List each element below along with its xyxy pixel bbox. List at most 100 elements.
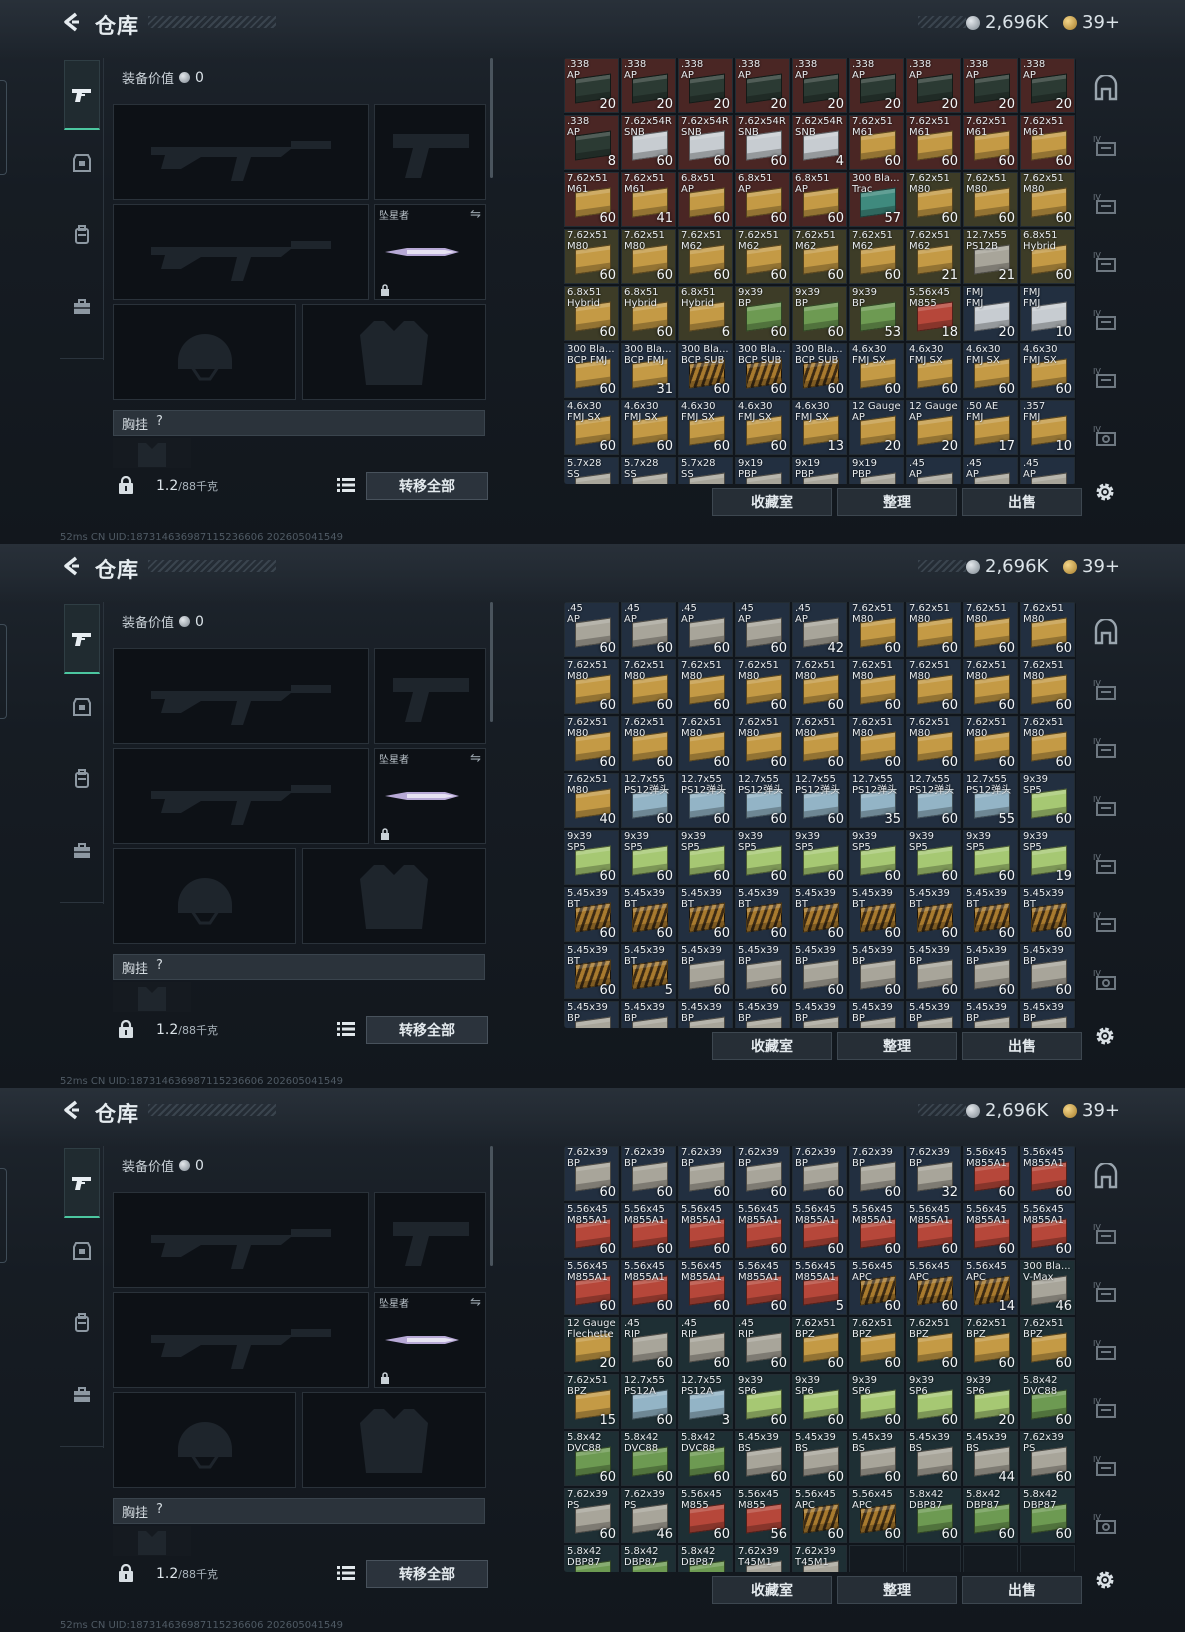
stash-item-cell[interactable]: 5.45x39 BP: [849, 1001, 904, 1028]
silver-currency[interactable]: 2,696K: [966, 556, 1048, 577]
stash-item-cell[interactable]: 12 Gauge AP 20: [906, 400, 961, 455]
stash-item-cell[interactable]: 7.62x51 M61 60: [564, 172, 619, 227]
stash-item-cell[interactable]: 5.56x45 M855A1 60: [963, 1203, 1018, 1258]
stash-item-cell[interactable]: 7.62x39 PS 60: [564, 1488, 619, 1543]
stash-item-cell[interactable]: 5.56x45 M855A1 60: [792, 1203, 847, 1258]
stash-item-cell[interactable]: 7.62x51 BPZ 60: [906, 1317, 961, 1372]
stash-item-cell[interactable]: 12.7x55 PS12弹头 60: [621, 773, 676, 828]
stash-item-cell[interactable]: 5.45x39 BP 60: [735, 944, 790, 999]
stash-item-cell[interactable]: 5.45x39 BT 60: [678, 887, 733, 942]
stash-item-cell[interactable]: 7.62x51 BPZ 60: [792, 1317, 847, 1372]
stash-item-cell[interactable]: 7.62x54R SNB 4: [792, 115, 847, 170]
nav-weapons-tab[interactable]: [64, 604, 100, 674]
stash-item-cell[interactable]: 5.45x39 BS 60: [792, 1431, 847, 1486]
stash-item-cell[interactable]: 5.45x39 BS 60: [735, 1431, 790, 1486]
stash-item-cell[interactable]: .45 AP: [963, 457, 1018, 484]
stash-item-cell[interactable]: 5.56x45 APC 60: [849, 1488, 904, 1543]
gear-icon[interactable]: [1093, 1568, 1117, 1592]
side-drawer-tab[interactable]: [0, 80, 7, 175]
chest-rig-slot[interactable]: [113, 1526, 191, 1556]
helmet-slot[interactable]: [113, 304, 296, 400]
stash-item-cell[interactable]: 5.45x39 BS 44: [963, 1431, 1018, 1486]
chest-rig-slot[interactable]: [113, 982, 191, 1012]
stash-item-cell[interactable]: 5.56x45 M855A1 60: [678, 1260, 733, 1315]
stash-item-cell[interactable]: .338 AP 20: [1020, 58, 1075, 113]
stash-item-cell[interactable]: 7.62x51 M80 60: [963, 716, 1018, 771]
stash-item-cell[interactable]: 5.56x45 M855 18: [906, 286, 961, 341]
stash-item-cell[interactable]: 5.45x39 BP: [735, 1001, 790, 1028]
stash-page-5-icon[interactable]: IV: [1092, 1452, 1120, 1480]
stash-home-icon[interactable]: [1092, 618, 1120, 646]
transfer-all-button[interactable]: 转移全部: [366, 1016, 488, 1044]
stash-item-cell[interactable]: 5.56x45 M855A1 60: [678, 1203, 733, 1258]
stash-item-cell[interactable]: 5.8x42 DVC88 60: [564, 1431, 619, 1486]
stash-item-cell[interactable]: 5.45x39 BT 60: [963, 887, 1018, 942]
body-armor-slot[interactable]: [302, 848, 486, 944]
stash-item-cell[interactable]: 5.45x39 BT 60: [564, 887, 619, 942]
stash-item-cell[interactable]: 7.62x51 M80 60: [906, 172, 961, 227]
list-icon[interactable]: [334, 1561, 358, 1585]
stash-item-cell[interactable]: 5.56x45 APC 60: [849, 1260, 904, 1315]
stash-item-cell[interactable]: 5.56x45 M855 56: [735, 1488, 790, 1543]
stash-item-cell[interactable]: 9x39 SP5 60: [792, 830, 847, 885]
stash-item-cell[interactable]: 9x39 SP6 60: [849, 1374, 904, 1429]
stash-home-icon[interactable]: [1092, 74, 1120, 102]
stash-item-cell[interactable]: 9x39 SP6 20: [963, 1374, 1018, 1429]
stash-item-cell[interactable]: 300 Bla... Trac 57: [849, 172, 904, 227]
stash-item-cell[interactable]: .338 AP 20: [678, 58, 733, 113]
stash-item-cell[interactable]: 7.62x51 M80 60: [1020, 172, 1075, 227]
stash-page-5-icon[interactable]: IV: [1092, 364, 1120, 392]
stash-item-cell[interactable]: 7.62x51 BPZ 15: [564, 1374, 619, 1429]
stash-item-cell[interactable]: 4.6x30 FMJ SX 60: [849, 343, 904, 398]
stash-item-cell[interactable]: 5.45x39 BP: [1020, 1001, 1075, 1028]
stash-item-cell[interactable]: 5.45x39 BP: [963, 1001, 1018, 1028]
primary-weapon-slot[interactable]: [113, 1192, 369, 1288]
stash-page-2-icon[interactable]: IV: [1092, 190, 1120, 218]
back-arrow-icon[interactable]: [60, 10, 84, 34]
stash-item-cell[interactable]: 12.7x55 PS12弹头 55: [963, 773, 1018, 828]
stash-item-cell[interactable]: 5.8x42 DVC88 60: [1020, 1374, 1075, 1429]
melee-slot[interactable]: 坠星者 ⇋: [374, 1292, 486, 1388]
stash-item-cell[interactable]: 4.6x30 FMJ SX 60: [678, 400, 733, 455]
stash-item-cell[interactable]: 5.56x45 M855A1 60: [1020, 1146, 1075, 1201]
stash-item-cell[interactable]: 7.62x51 M61 60: [906, 115, 961, 170]
stash-item-cell[interactable]: 9x39 SP6 60: [792, 1374, 847, 1429]
stash-page-3-icon[interactable]: IV: [1092, 792, 1120, 820]
stash-item-cell[interactable]: .45 RIP 60: [678, 1317, 733, 1372]
stash-item-cell[interactable]: 5.45x39 BT 60: [564, 944, 619, 999]
secondary-weapon-slot[interactable]: [113, 204, 369, 300]
stash-item-cell[interactable]: 5.45x39 BT 5: [621, 944, 676, 999]
body-armor-slot[interactable]: [302, 304, 486, 400]
stash-item-cell[interactable]: 5.45x39 BP: [792, 1001, 847, 1028]
stash-item-cell[interactable]: 5.45x39 BP 60: [906, 944, 961, 999]
equipment-scrollbar[interactable]: [490, 58, 493, 178]
stash-page-5-icon[interactable]: IV: [1092, 908, 1120, 936]
stash-item-cell[interactable]: 12.7x55 PS12弹头 60: [906, 773, 961, 828]
stash-item-cell[interactable]: 5.56x45 M855A1 60: [564, 1260, 619, 1315]
stash-item-cell[interactable]: 5.56x45 APC 14: [963, 1260, 1018, 1315]
swap-icon[interactable]: ⇋: [470, 207, 481, 222]
stash-item-cell[interactable]: 9x39 BP 60: [792, 286, 847, 341]
nav-case-tab[interactable]: [71, 840, 93, 862]
stash-item-cell[interactable]: 300 Bla... BCP SUB 60: [792, 343, 847, 398]
list-icon[interactable]: [334, 1017, 358, 1041]
stash-item-cell[interactable]: 5.45x39 BP: [906, 1001, 961, 1028]
stash-item-cell[interactable]: 7.62x51 M62 60: [735, 229, 790, 284]
gold-currency[interactable]: 39+: [1063, 1100, 1120, 1121]
stash-item-cell[interactable]: .45 RIP 60: [735, 1317, 790, 1372]
stash-item-cell[interactable]: 5.8x42 DBP87: [564, 1545, 619, 1572]
stash-item-cell[interactable]: 4.6x30 FMJ SX 60: [906, 343, 961, 398]
stash-item-cell[interactable]: 7.62x51 M80 60: [849, 602, 904, 657]
stash-item-cell[interactable]: 5.56x45 M855A1 60: [963, 1146, 1018, 1201]
stash-page-1-icon[interactable]: IV: [1092, 132, 1120, 160]
stash-item-cell[interactable]: 6.8x51 Hybrid 60: [621, 286, 676, 341]
stash-item-cell[interactable]: 9x19 PBP: [792, 457, 847, 484]
stash-item-cell[interactable]: 7.62x51 M80 60: [792, 659, 847, 714]
lock-icon[interactable]: [118, 476, 134, 494]
secondary-weapon-slot[interactable]: [113, 748, 369, 844]
stash-item-cell[interactable]: 12 Gauge AP 20: [849, 400, 904, 455]
sort-button[interactable]: 整理: [837, 1032, 957, 1060]
gold-currency[interactable]: 39+: [1063, 12, 1120, 33]
stash-item-cell[interactable]: 7.62x51 M62 60: [678, 229, 733, 284]
swap-icon[interactable]: ⇋: [470, 1295, 481, 1310]
